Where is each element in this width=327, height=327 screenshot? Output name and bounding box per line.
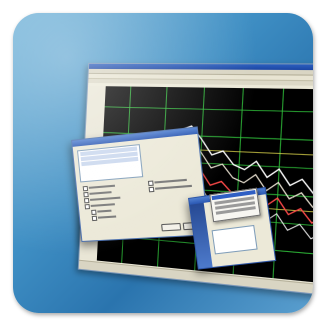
app-icon-tile: [13, 13, 313, 313]
checkbox[interactable]: [83, 197, 90, 204]
option-label: [89, 196, 121, 201]
checkbox[interactable]: [84, 204, 91, 210]
checkbox[interactable]: [83, 191, 89, 198]
checkbox[interactable]: [148, 186, 155, 193]
settings-list[interactable]: [211, 224, 258, 255]
tab-strip: [88, 78, 313, 87]
option-label: [90, 203, 115, 207]
ok-button[interactable]: [161, 222, 182, 232]
option-label: [97, 209, 112, 213]
option-label: [155, 184, 192, 190]
checkbox[interactable]: [147, 180, 154, 187]
option-label: [154, 178, 187, 184]
checkbox[interactable]: [91, 215, 98, 222]
checkbox[interactable]: [91, 209, 97, 216]
event-dialog: [71, 126, 210, 243]
checkbox[interactable]: [82, 185, 89, 192]
option-label: [89, 191, 112, 195]
option-label: [88, 184, 116, 189]
option-label: [97, 215, 117, 219]
event-list[interactable]: [77, 144, 144, 183]
